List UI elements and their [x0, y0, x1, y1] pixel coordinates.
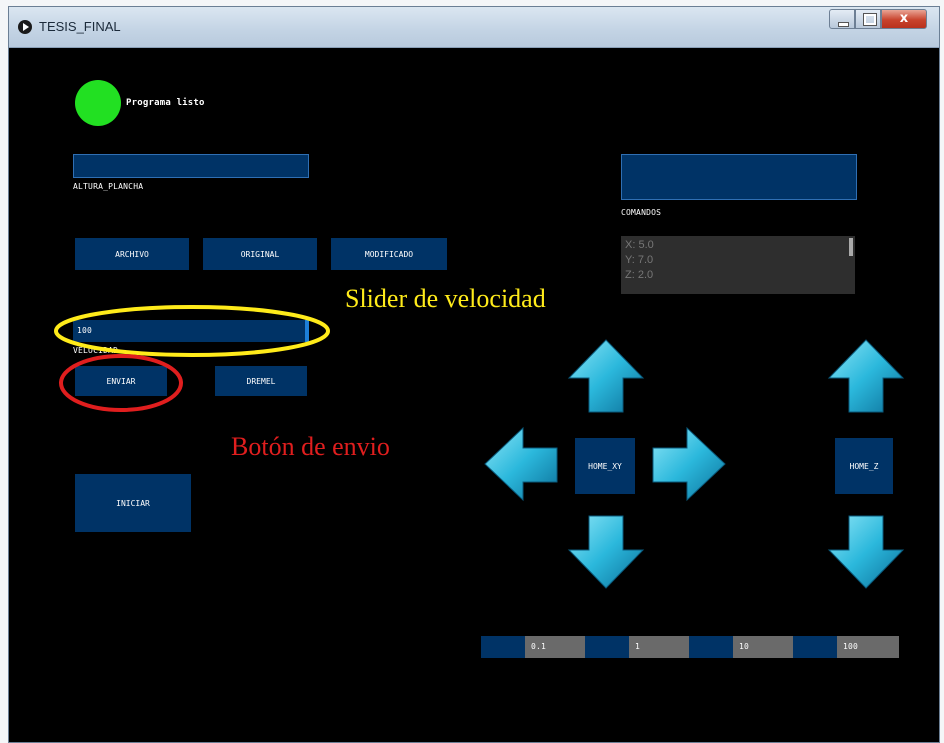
arrow-down-icon[interactable]: [567, 514, 645, 590]
step-label: 10: [739, 642, 750, 651]
comandos-input[interactable]: [621, 154, 857, 200]
title-bar: TESIS_FINAL x: [9, 7, 939, 48]
log-scrollbar[interactable]: [849, 238, 853, 256]
step-label: 1: [635, 642, 641, 651]
minimize-button[interactable]: [829, 9, 855, 29]
step-label: 0.1: [531, 642, 547, 651]
altura-plancha-input[interactable]: [73, 154, 309, 178]
log-line: X: 5.0: [625, 239, 654, 251]
canvas: Programa listo ALTURA_PLANCHA COMANDOS A…: [9, 48, 939, 742]
app-icon: [18, 20, 32, 34]
comandos-label: COMANDOS: [621, 208, 662, 217]
position-log: X: 5.0 Y: 7.0 Z: 2.0: [621, 236, 855, 294]
close-button[interactable]: x: [881, 9, 927, 29]
arrow-z-down-icon[interactable]: [827, 514, 905, 590]
status-label: Programa listo: [126, 98, 205, 108]
step-option-0.1[interactable]: 0.1: [481, 636, 585, 658]
arrow-left-icon[interactable]: [483, 426, 561, 502]
iniciar-button[interactable]: INICIAR: [75, 474, 191, 532]
step-option-1[interactable]: 1: [585, 636, 689, 658]
modificado-button[interactable]: MODIFICADO: [331, 238, 447, 270]
maximize-button[interactable]: [855, 9, 881, 29]
button-highlight-ellipse: [59, 354, 183, 412]
status-indicator: [75, 80, 121, 126]
log-line: Y: 7.0: [625, 254, 654, 266]
arrow-z-up-icon[interactable]: [827, 338, 905, 414]
arrow-up-icon[interactable]: [567, 338, 645, 414]
slider-annotation: Slider de velocidad: [345, 284, 546, 313]
step-option-100[interactable]: 100: [793, 636, 899, 658]
arrow-right-icon[interactable]: [649, 426, 727, 502]
home-xy-button[interactable]: HOME_XY: [575, 438, 635, 494]
window-title: TESIS_FINAL: [39, 19, 121, 34]
button-annotation: Botón de envio: [231, 432, 390, 461]
archivo-button[interactable]: ARCHIVO: [75, 238, 189, 270]
step-label: 100: [843, 642, 859, 651]
altura-plancha-label: ALTURA_PLANCHA: [73, 182, 144, 191]
original-button[interactable]: ORIGINAL: [203, 238, 317, 270]
home-z-button[interactable]: HOME_Z: [835, 438, 893, 494]
app-window: TESIS_FINAL x Programa listo ALTURA_PLAN…: [8, 6, 940, 743]
dremel-button[interactable]: DREMEL: [215, 366, 307, 396]
log-line: Z: 2.0: [625, 269, 654, 281]
step-option-10[interactable]: 10: [689, 636, 793, 658]
step-size-selector: 0.1 1 10 100: [481, 636, 899, 658]
